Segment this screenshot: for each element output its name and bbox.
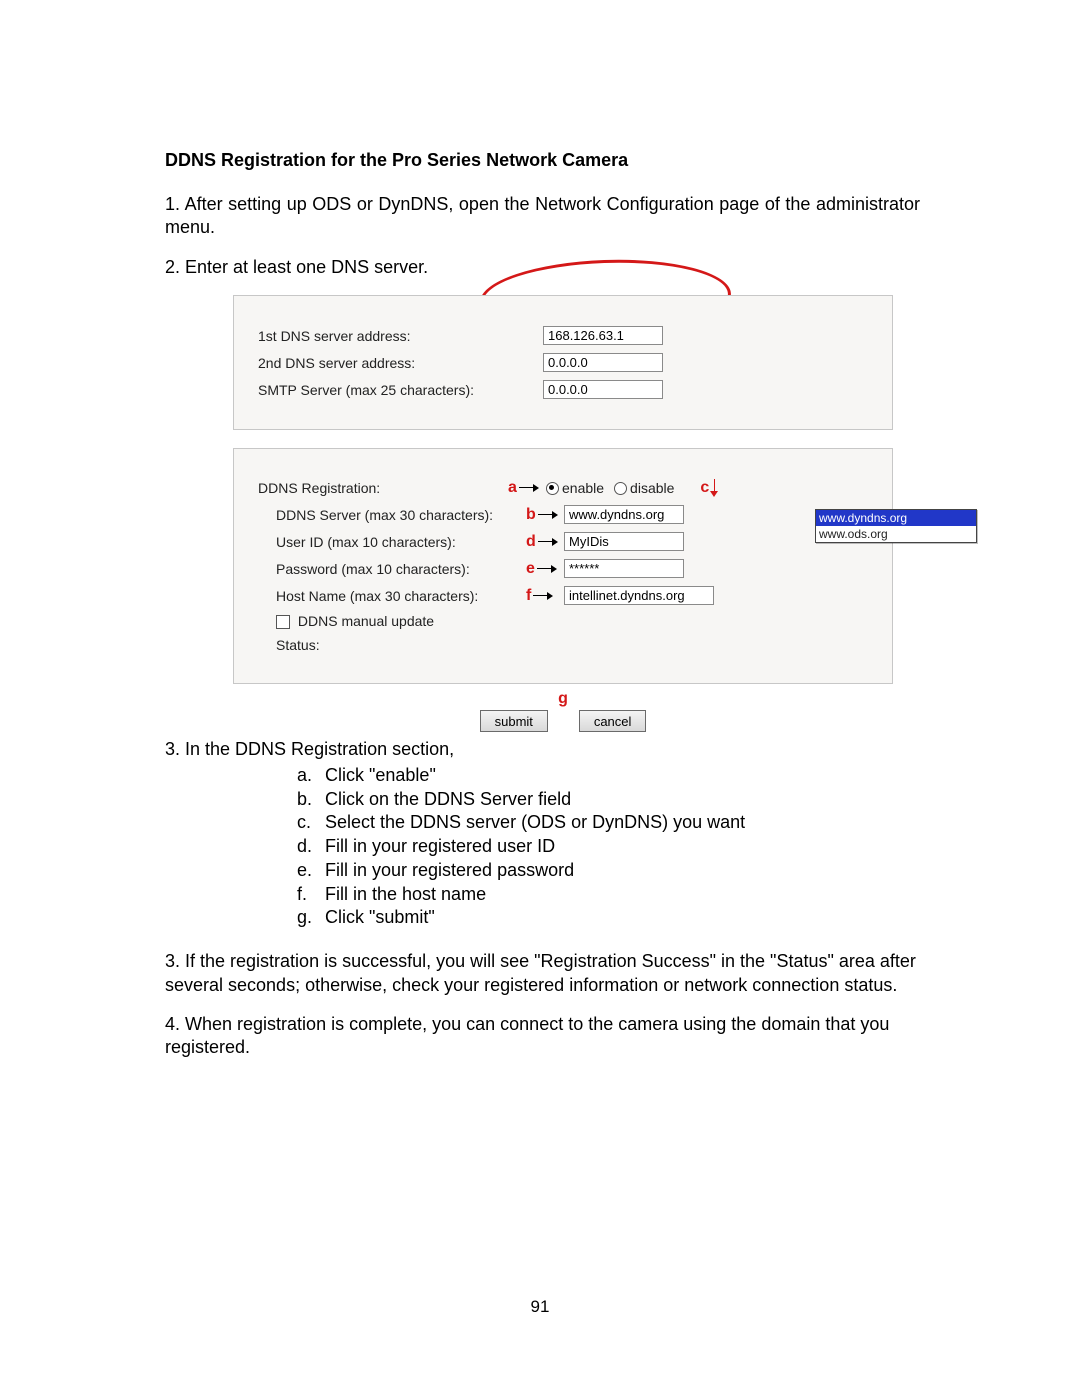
enable-label: enable <box>562 480 604 496</box>
paragraph-4: 3. If the registration is successful, yo… <box>165 950 920 997</box>
password-label: Password (max 10 characters): <box>258 561 526 577</box>
submit-button[interactable]: submit <box>480 710 548 732</box>
sub-d: Fill in your registered user ID <box>325 835 555 859</box>
sub-b: Click on the DDNS Server field <box>325 788 571 812</box>
dropdown-option-dyndns[interactable]: www.dyndns.org <box>816 510 976 526</box>
arrow-icon <box>538 510 558 520</box>
sub-e: Fill in your registered password <box>325 859 574 883</box>
ddns-server-label: DDNS Server (max 30 characters): <box>258 507 526 523</box>
arrow-icon <box>537 564 557 574</box>
annot-a: a <box>508 479 517 497</box>
paragraph-2: 2. Enter at least one DNS server. <box>165 256 920 279</box>
page-title: DDNS Registration for the Pro Series Net… <box>165 150 920 171</box>
page: DDNS Registration for the Pro Series Net… <box>0 0 1080 1397</box>
arrow-icon <box>519 483 539 493</box>
annot-f: f <box>526 587 531 605</box>
paragraph-1: 1. After setting up ODS or DynDNS, open … <box>165 193 920 240</box>
hostname-input[interactable] <box>564 586 714 605</box>
page-number: 91 <box>0 1297 1080 1317</box>
hostname-label: Host Name (max 30 characters): <box>258 588 526 604</box>
annot-d: d <box>526 533 536 551</box>
dropdown-option-ods[interactable]: www.ods.org <box>816 526 976 542</box>
disable-label: disable <box>630 480 674 496</box>
arrow-icon <box>538 537 558 547</box>
dns-settings-panel: 1st DNS server address: 2nd DNS server a… <box>233 295 893 430</box>
arrow-icon <box>533 591 553 601</box>
ddns-server-input[interactable] <box>564 505 684 524</box>
annot-c: c <box>700 479 709 497</box>
userid-label: User ID (max 10 characters): <box>258 534 526 550</box>
smtp-label: SMTP Server (max 25 characters): <box>258 382 543 398</box>
dns1-input[interactable] <box>543 326 663 345</box>
annot-e: e <box>526 560 535 578</box>
ddns-registration-panel: DDNS Registration: a enable disable c <box>233 448 893 684</box>
arrow-down-icon <box>711 479 719 497</box>
disable-radio[interactable] <box>614 482 627 495</box>
smtp-input[interactable] <box>543 380 663 399</box>
sub-g: Click "submit" <box>325 906 435 930</box>
dns2-label: 2nd DNS server address: <box>258 355 543 371</box>
userid-input[interactable] <box>564 532 684 551</box>
button-row: g submit cancel <box>233 690 893 732</box>
sub-steps-list: a.Click "enable" b.Click on the DDNS Ser… <box>297 764 920 930</box>
manual-update-label: DDNS manual update <box>298 613 434 629</box>
sub-a: Click "enable" <box>325 764 436 788</box>
annot-b: b <box>526 506 536 524</box>
paragraph-5: 4. When registration is complete, you ca… <box>165 1013 920 1060</box>
password-input[interactable] <box>564 559 684 578</box>
status-label: Status: <box>258 637 526 653</box>
manual-update-checkbox[interactable] <box>276 615 290 629</box>
dns2-input[interactable] <box>543 353 663 372</box>
cancel-button[interactable]: cancel <box>579 710 647 732</box>
dns1-label: 1st DNS server address: <box>258 328 543 344</box>
ddns-server-dropdown[interactable]: www.dyndns.org www.ods.org <box>815 509 977 543</box>
paragraph-3: 3. In the DDNS Registration section, <box>165 738 920 761</box>
sub-f: Fill in the host name <box>325 883 486 907</box>
ddns-reg-label: DDNS Registration: <box>258 480 508 496</box>
annot-g: g <box>233 690 893 708</box>
enable-radio[interactable] <box>546 482 559 495</box>
sub-c: Select the DDNS server (ODS or DynDNS) y… <box>325 811 745 835</box>
